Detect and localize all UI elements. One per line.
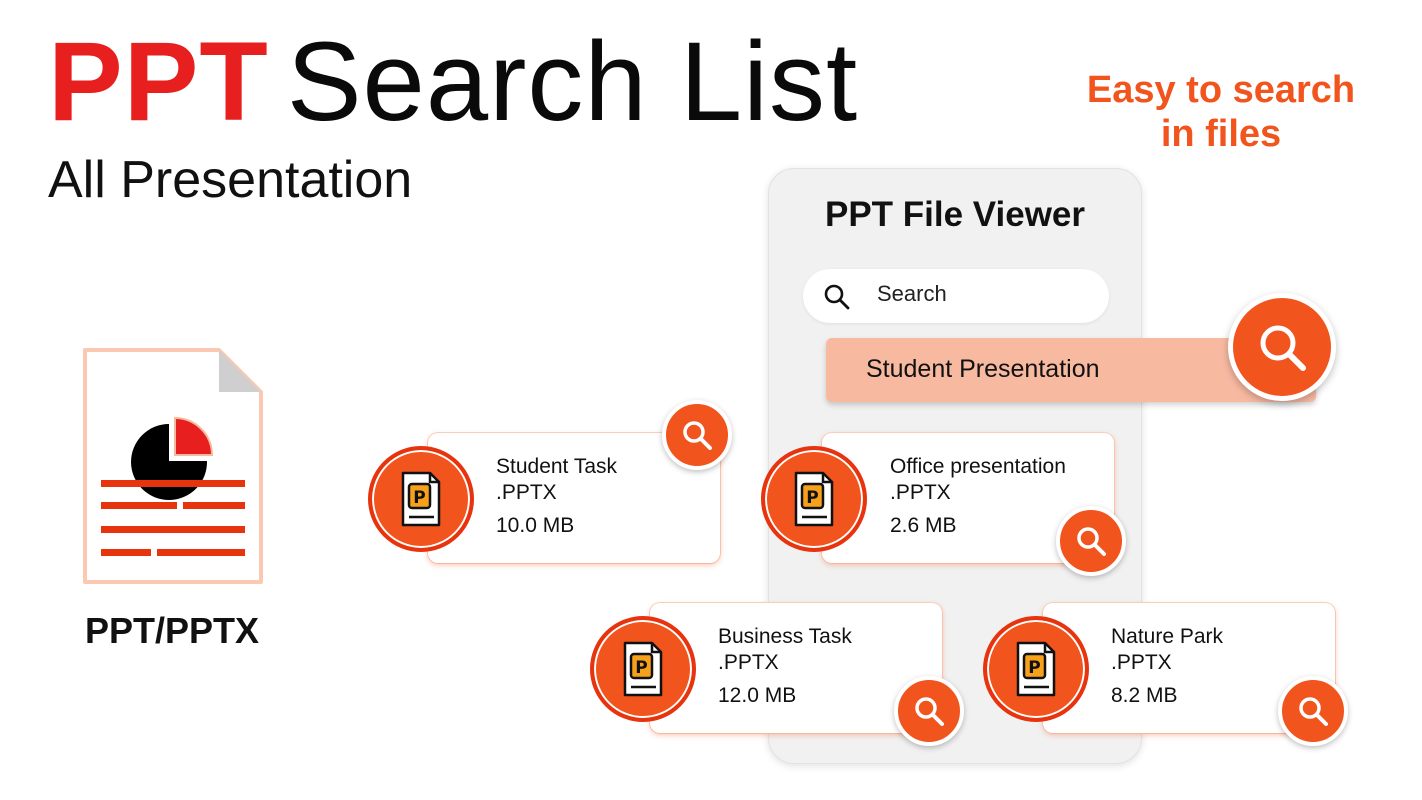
file-name: Nature Park bbox=[1111, 625, 1224, 648]
tagline-line-2: in files bbox=[1160, 113, 1282, 155]
search-icon-button[interactable] bbox=[662, 400, 732, 470]
search-icon bbox=[823, 283, 851, 311]
svg-text:P: P bbox=[635, 658, 647, 678]
tagline-line-1: Easy to search bbox=[1086, 69, 1356, 111]
svg-text:P: P bbox=[1028, 658, 1040, 678]
file-name: Business Task bbox=[718, 625, 852, 648]
page-title: PPT Search List bbox=[48, 26, 858, 138]
file-size: 2.6 MB bbox=[890, 514, 957, 537]
app-title: PPT File Viewer bbox=[824, 195, 1086, 234]
title-rest: Search List bbox=[286, 19, 859, 144]
file-size: 10.0 MB bbox=[496, 514, 575, 537]
presentation-document-icon bbox=[79, 346, 265, 588]
title-brand: PPT bbox=[48, 19, 269, 144]
search-icon bbox=[1299, 697, 1328, 726]
tagline: Easy to search in files bbox=[1082, 68, 1360, 156]
page-subtitle: All Presentation bbox=[48, 151, 413, 209]
svg-text:P: P bbox=[806, 488, 818, 508]
search-icon-button[interactable] bbox=[894, 676, 964, 746]
svg-text:P: P bbox=[413, 488, 425, 508]
file-extension: .PPTX bbox=[1111, 651, 1172, 674]
file-extension: .PPTX bbox=[718, 651, 779, 674]
search-icon bbox=[915, 697, 944, 726]
search-query-text: Student Presentation bbox=[866, 355, 1100, 383]
pptx-file-icon: P bbox=[368, 446, 474, 552]
search-input[interactable]: Search bbox=[803, 269, 1109, 323]
search-button[interactable] bbox=[1228, 293, 1336, 401]
search-icon bbox=[1260, 325, 1306, 371]
pptx-file-icon: P bbox=[983, 616, 1089, 722]
file-name: Student Task bbox=[496, 455, 618, 478]
file-size: 8.2 MB bbox=[1111, 684, 1178, 707]
file-size: 12.0 MB bbox=[718, 684, 797, 707]
search-icon-button[interactable] bbox=[1278, 676, 1348, 746]
file-extension: .PPTX bbox=[496, 481, 557, 504]
document-type-label: PPT/PPTX bbox=[84, 610, 260, 651]
file-extension: .PPTX bbox=[890, 481, 951, 504]
file-name: Office presentation bbox=[890, 455, 1066, 478]
search-icon bbox=[683, 421, 712, 450]
search-icon bbox=[1077, 527, 1106, 556]
search-placeholder: Search bbox=[877, 281, 947, 306]
pptx-file-icon: P bbox=[761, 446, 867, 552]
pptx-file-icon: P bbox=[590, 616, 696, 722]
search-icon-button[interactable] bbox=[1056, 506, 1126, 576]
